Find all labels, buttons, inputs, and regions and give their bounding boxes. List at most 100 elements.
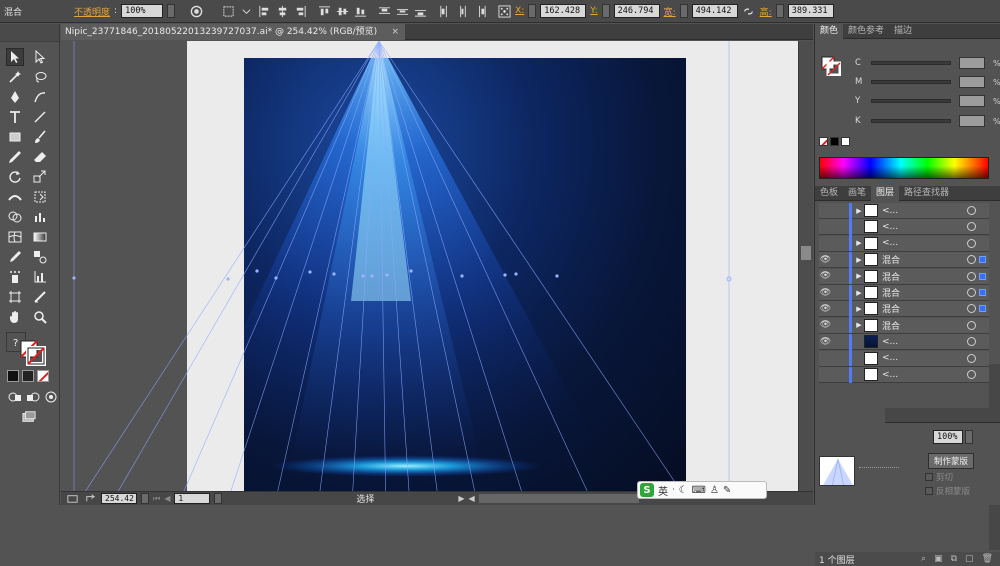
align-bottom-icon[interactable] [353, 4, 367, 18]
clip-checkbox-row[interactable]: 剪切 [925, 471, 953, 483]
canvas-area[interactable] [61, 41, 798, 491]
ime-logo-icon[interactable]: S [640, 483, 654, 497]
align-left-icon[interactable] [257, 4, 271, 18]
line-segment-tool-icon[interactable] [31, 108, 49, 126]
zoom-input[interactable]: 254.42 [101, 493, 137, 504]
eyedropper-tool-icon[interactable] [6, 248, 24, 266]
symbol-sprayer-tool-icon[interactable] [6, 268, 24, 286]
align-top-icon[interactable] [317, 4, 331, 18]
layer-target-icon[interactable] [967, 288, 976, 297]
column-graph-tool-icon[interactable] [31, 268, 49, 286]
tab-brushes[interactable]: 画笔 [843, 186, 871, 201]
artboard-tool-icon[interactable] [6, 288, 24, 306]
pen-tool-icon[interactable] [6, 88, 24, 106]
draw-mode-icon[interactable] [6, 388, 24, 406]
layer-row[interactable]: <... [819, 218, 989, 236]
layer-name[interactable]: <... [882, 206, 967, 216]
h-scroll-left-icon[interactable]: ◀ [469, 494, 475, 503]
align-hcenter-icon[interactable] [275, 4, 289, 18]
delete-layer-icon[interactable]: 🗑 [982, 554, 993, 564]
layer-name[interactable]: <... [882, 370, 967, 380]
selection-indicator[interactable] [979, 355, 986, 362]
paintbrush-tool-icon[interactable] [31, 128, 49, 146]
clip-checkbox[interactable] [925, 473, 933, 481]
selection-indicator[interactable] [979, 256, 986, 264]
height-input[interactable]: 389.331 [787, 4, 834, 18]
distribute-hcenter-icon[interactable] [455, 4, 469, 18]
layer-name[interactable]: 混合 [882, 253, 967, 266]
visibility-eye-icon[interactable]: 👁 [819, 320, 832, 330]
y-input[interactable]: 246.794 [613, 4, 660, 18]
artboard-number-input[interactable]: 1 [174, 493, 211, 504]
gradient-tool-icon[interactable] [31, 228, 49, 246]
zoom-tool-icon[interactable] [31, 308, 49, 326]
layer-name[interactable]: <... [882, 337, 967, 347]
opacity-input[interactable]: 100% [121, 4, 164, 18]
magic-wand-tool-icon[interactable] [6, 68, 24, 86]
locate-object-icon[interactable]: ⌕ [921, 554, 926, 564]
selection-indicator[interactable] [979, 240, 986, 247]
status-text[interactable]: 选择 [356, 492, 374, 505]
selection-indicator[interactable] [979, 289, 986, 296]
eraser-tool-icon[interactable] [31, 148, 49, 166]
layer-target-icon[interactable] [967, 337, 976, 347]
lasso-tool-icon[interactable] [31, 68, 49, 86]
draw-inside-icon[interactable] [42, 388, 60, 406]
shape-builder-tool-icon[interactable] [6, 208, 24, 226]
tab-stroke[interactable]: 描边 [889, 24, 917, 39]
none-mode-icon[interactable] [37, 370, 49, 382]
magenta-value-input[interactable] [959, 76, 985, 88]
draw-behind-icon[interactable] [24, 388, 42, 406]
layer-row[interactable]: 👁 ▶ 混合 [819, 268, 989, 285]
layer-target-icon[interactable] [967, 238, 976, 248]
direct-selection-tool-icon[interactable] [31, 48, 49, 66]
layer-target-icon[interactable] [967, 271, 976, 281]
tab-layers[interactable]: 图层 [871, 185, 900, 201]
width-spinner[interactable] [679, 4, 688, 18]
scale-tool-icon[interactable] [31, 168, 49, 186]
ime-user-icon[interactable]: ♙ [710, 485, 719, 496]
tab-transparency[interactable] [815, 407, 885, 423]
layer-name[interactable]: 混合 [882, 302, 967, 315]
color-spectrum[interactable] [819, 157, 989, 179]
new-sublayer-icon[interactable]: ⧉ [951, 554, 957, 564]
fill-stroke-swatch[interactable] [20, 340, 46, 366]
make-mask-button[interactable]: 制作蒙版 [928, 453, 975, 469]
selection-indicator[interactable] [979, 207, 986, 214]
constrain-proportions-link-icon[interactable] [742, 4, 756, 18]
visibility-eye-icon[interactable]: 👁 [819, 337, 832, 347]
rectangle-tool-icon[interactable] [6, 128, 24, 146]
selection-indicator[interactable] [979, 371, 986, 378]
tools-panel-grip[interactable] [0, 24, 59, 42]
align-vcenter-icon[interactable] [335, 4, 349, 18]
layer-target-icon[interactable] [967, 370, 976, 379]
prev-artboard-icon[interactable]: ◀ [164, 494, 170, 503]
none-swatch[interactable] [819, 137, 828, 146]
distribute-left-icon[interactable] [437, 4, 451, 18]
expand-triangle-icon[interactable]: ▶ [854, 239, 864, 247]
black-swatch[interactable] [830, 137, 839, 146]
recolor-artwork-icon[interactable] [189, 4, 203, 18]
reference-point-icon[interactable] [497, 4, 511, 18]
share-icon[interactable] [83, 492, 97, 506]
white-swatch[interactable] [841, 137, 850, 146]
type-tool-icon[interactable] [6, 108, 24, 126]
cyan-value-input[interactable] [959, 57, 985, 69]
expand-triangle-icon[interactable]: ▶ [854, 272, 864, 280]
layer-name[interactable]: 混合 [882, 319, 967, 332]
expand-triangle-icon[interactable]: ▶ [854, 305, 864, 313]
slice-tool-icon[interactable] [31, 288, 49, 306]
layer-row[interactable]: 👁 ▶ 混合 [819, 300, 989, 318]
layer-name[interactable]: 混合 [882, 286, 967, 299]
layer-row[interactable]: <... [819, 350, 989, 367]
yellow-value-input[interactable] [959, 95, 985, 107]
layer-name[interactable]: <... [882, 238, 967, 248]
transparency-opacity-input[interactable]: 100% [933, 430, 963, 444]
opacity-link[interactable]: 不透明度 [74, 5, 110, 18]
ime-keyboard-icon[interactable]: ⌨ [692, 485, 706, 496]
transparency-opacity-dropdown[interactable] [965, 430, 973, 444]
height-spinner[interactable] [775, 4, 784, 18]
transform-icon[interactable] [221, 4, 235, 18]
layer-row[interactable]: ▶ <... [819, 235, 989, 252]
layer-name[interactable]: 混合 [882, 270, 967, 283]
